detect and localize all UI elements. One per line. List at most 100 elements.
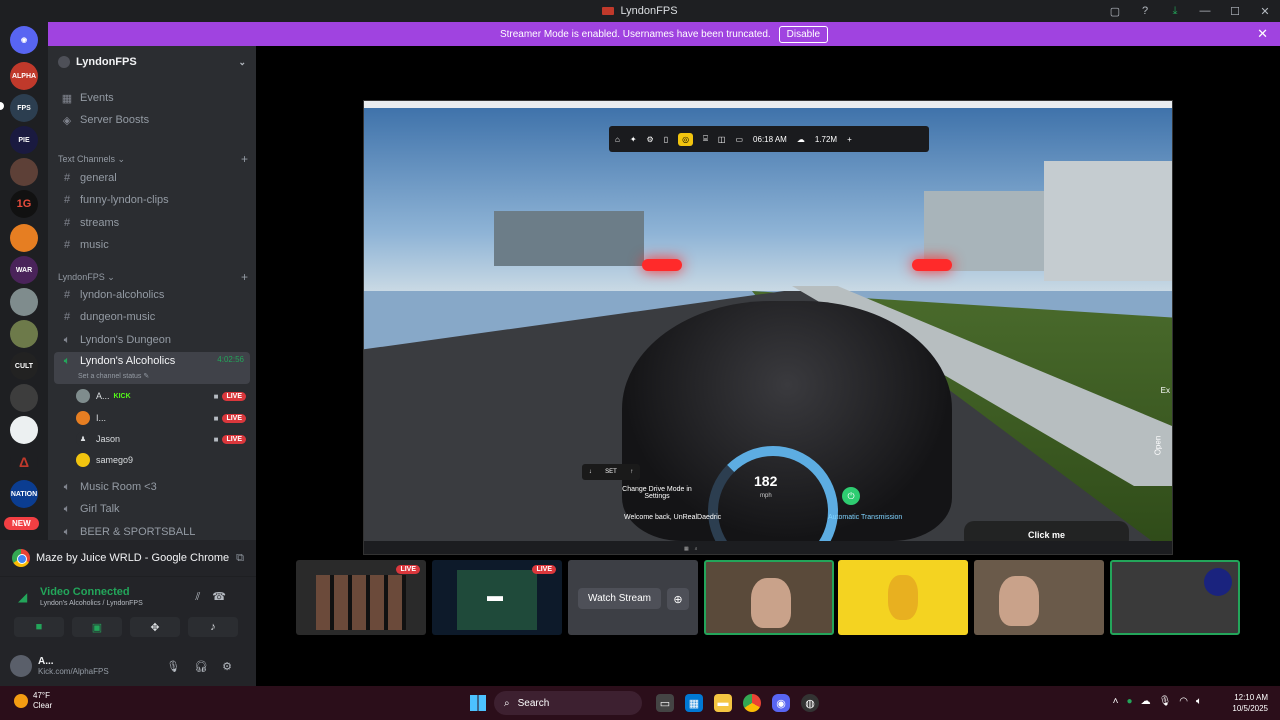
guild-nation[interactable]: NATION [10, 480, 38, 508]
voice-user[interactable]: A... KICK ■ LIVE [76, 386, 246, 406]
discord-home-icon[interactable]: ◉ [10, 26, 38, 54]
chrome-icon[interactable] [743, 694, 761, 712]
avatar[interactable] [10, 655, 32, 677]
car-icon[interactable]: ▭ [735, 135, 743, 144]
thumbnail-avatar[interactable] [838, 560, 968, 635]
camera-button[interactable]: ■ [14, 617, 64, 637]
task-view-icon[interactable]: ▭ [656, 694, 674, 712]
coin-icon[interactable]: ◎ [678, 132, 694, 146]
windows-start-icon[interactable] [470, 695, 486, 711]
main-stream-video[interactable]: ⌂ ✦ ⚙ ▯ ◎ ⌸ ◫ ▭ 06:18 AM ☁ 1.72M + ↓ SET… [363, 100, 1173, 555]
guild-avatar-8[interactable] [10, 288, 38, 316]
thumbnail-stream-3[interactable]: Watch Stream ⊕ [568, 560, 698, 635]
taskbar-clock[interactable]: 12:10 AM 10/5/2025 [1232, 692, 1268, 714]
cloud-icon[interactable]: ☁ [1141, 696, 1159, 707]
server-header[interactable]: LyndonFPS ⌄ [48, 46, 256, 78]
voice-user[interactable]: ♟ Jason ■ LIVE [76, 429, 246, 449]
voice-music-room[interactable]: 🔈︎ Music Room <3 [54, 477, 250, 497]
close-banner-icon[interactable]: ✕ [1257, 26, 1268, 42]
disconnect-icon[interactable]: ☎ [212, 591, 238, 603]
close-window-button[interactable]: ✕ [1250, 5, 1280, 18]
status-icon[interactable]: ● [1127, 696, 1141, 707]
user-info[interactable]: A... Kick.com/AlphaFPS [38, 656, 109, 676]
power-icon[interactable]: ⏻ [842, 487, 860, 505]
voice-lyndons-dungeon[interactable]: 🔈︎ Lyndon's Dungeon [54, 330, 250, 350]
thumbnail-camera-3[interactable] [1110, 560, 1240, 635]
set-control[interactable]: ↓ SET ↑ [582, 464, 640, 480]
thumbnail-stream-1[interactable]: LIVE [296, 560, 426, 635]
watch-stream-button[interactable]: Watch Stream [578, 588, 661, 609]
channel-lyndon-alcoholics[interactable]: # lyndon-alcoholics [54, 285, 250, 305]
gear-icon[interactable]: ⚙ [647, 135, 654, 144]
guild-avatar-9[interactable] [10, 320, 38, 348]
screen-share-icon[interactable]: ⧉ [236, 552, 244, 565]
gear-icon[interactable]: ⚙ [222, 661, 246, 673]
add-icon[interactable]: ⊕ [667, 588, 689, 610]
category-lyndonfps[interactable]: LyndonFPS ⌄ + [58, 270, 248, 284]
soundboard-button[interactable]: ♪ [188, 617, 238, 637]
activity-bar[interactable]: Maze by Juice WRLD - Google Chrome ⧉ [0, 540, 256, 576]
guild-fps[interactable]: FPS [10, 94, 38, 122]
nav-events[interactable]: ▦ Events [54, 88, 250, 108]
channel-status[interactable]: Set a channel status ✎ [78, 372, 149, 380]
side-label-open[interactable]: Open [1154, 436, 1163, 456]
taskbar-search[interactable]: ⌕ Search [494, 691, 642, 715]
activity-button[interactable]: ✥ [130, 617, 180, 637]
guild-avatar-11[interactable] [10, 384, 38, 412]
signal-icon[interactable]: ◢ [18, 590, 27, 604]
inbox-icon[interactable]: ▢ [1100, 5, 1130, 18]
headphones-icon[interactable]: 🎧︎ [194, 661, 222, 673]
wifi-icon[interactable]: ◠ [1179, 696, 1196, 707]
nav-server-boosts[interactable]: ◈ Server Boosts [54, 110, 250, 130]
voice-status[interactable]: Video Connected [40, 586, 130, 598]
plus-icon[interactable]: + [847, 135, 852, 144]
add-channel-icon[interactable]: + [241, 270, 248, 284]
volume-icon[interactable]: 🔈︎ [1196, 696, 1210, 707]
weather-widget[interactable]: 47°F Clear [14, 691, 52, 711]
category-text-channels[interactable]: Text Channels ⌄ + [58, 152, 248, 166]
steam-icon[interactable]: ◍ [801, 694, 819, 712]
microphone-icon[interactable]: 🎙︎ [166, 661, 194, 673]
voice-girl-talk[interactable]: 🔈︎ Girl Talk [54, 499, 250, 519]
help-icon[interactable]: ? [1130, 5, 1160, 17]
guild-pumpkin[interactable] [10, 224, 38, 252]
maximize-button[interactable]: ☐ [1220, 5, 1250, 18]
minimize-button[interactable]: — [1190, 5, 1220, 17]
disable-streamer-mode-button[interactable]: Disable [778, 25, 829, 43]
noise-suppression-icon[interactable]: ⫽ [195, 591, 212, 603]
download-icon[interactable]: ⤓ [1160, 5, 1190, 18]
chevron-up-icon[interactable]: ˄ [1113, 696, 1127, 707]
voice-user[interactable]: samego9 [76, 450, 246, 470]
thumbnail-camera-2[interactable] [974, 560, 1104, 635]
channel-streams[interactable]: # streams [54, 213, 250, 233]
file-explorer-icon[interactable]: ▬ [714, 694, 732, 712]
guild-cult[interactable]: CULT [10, 352, 38, 380]
discord-icon[interactable]: ◉ [772, 694, 790, 712]
guild-1g[interactable]: 1G [10, 190, 38, 218]
phone-icon[interactable]: ▯ [664, 135, 668, 144]
voice-location[interactable]: Lyndon's Alcoholics / LyndonFPS [40, 600, 143, 607]
channel-general[interactable]: # general [54, 168, 250, 188]
home-icon[interactable]: ⌂ [615, 135, 620, 144]
voice-user[interactable]: I... ■ LIVE [76, 408, 246, 428]
guild-delta[interactable]: Δ [10, 448, 38, 476]
channel-funny-lyndon-clips[interactable]: # funny-lyndon-clips [54, 190, 250, 210]
add-channel-icon[interactable]: + [241, 152, 248, 166]
screen-share-button[interactable]: ▣ [72, 617, 122, 637]
bag-icon[interactable]: ◫ [718, 135, 726, 144]
guild-war[interactable]: WAR [10, 256, 38, 284]
guild-avatar-12[interactable] [10, 416, 38, 444]
mic-icon[interactable]: 🎙︎ [1159, 696, 1180, 707]
guild-pie[interactable]: PIE [10, 126, 38, 154]
voice-beer-sportsball[interactable]: 🔈︎ BEER & SPORTSBALL [54, 522, 250, 540]
bird-icon[interactable]: ✦ [630, 135, 637, 144]
guild-alpha[interactable]: ALPHA [10, 62, 38, 90]
channel-dungeon-music[interactable]: # dungeon-music [54, 307, 250, 327]
thumbnail-camera-1[interactable] [704, 560, 834, 635]
thumbnail-stream-2[interactable]: ▬ LIVE [432, 560, 562, 635]
garage-icon[interactable]: ⌸ [703, 134, 708, 144]
channel-music[interactable]: # music [54, 235, 250, 255]
chevron-down-icon[interactable]: ⌄ [238, 57, 246, 68]
store-icon[interactable]: ▦ [685, 694, 703, 712]
guild-avatar-4[interactable] [10, 158, 38, 186]
